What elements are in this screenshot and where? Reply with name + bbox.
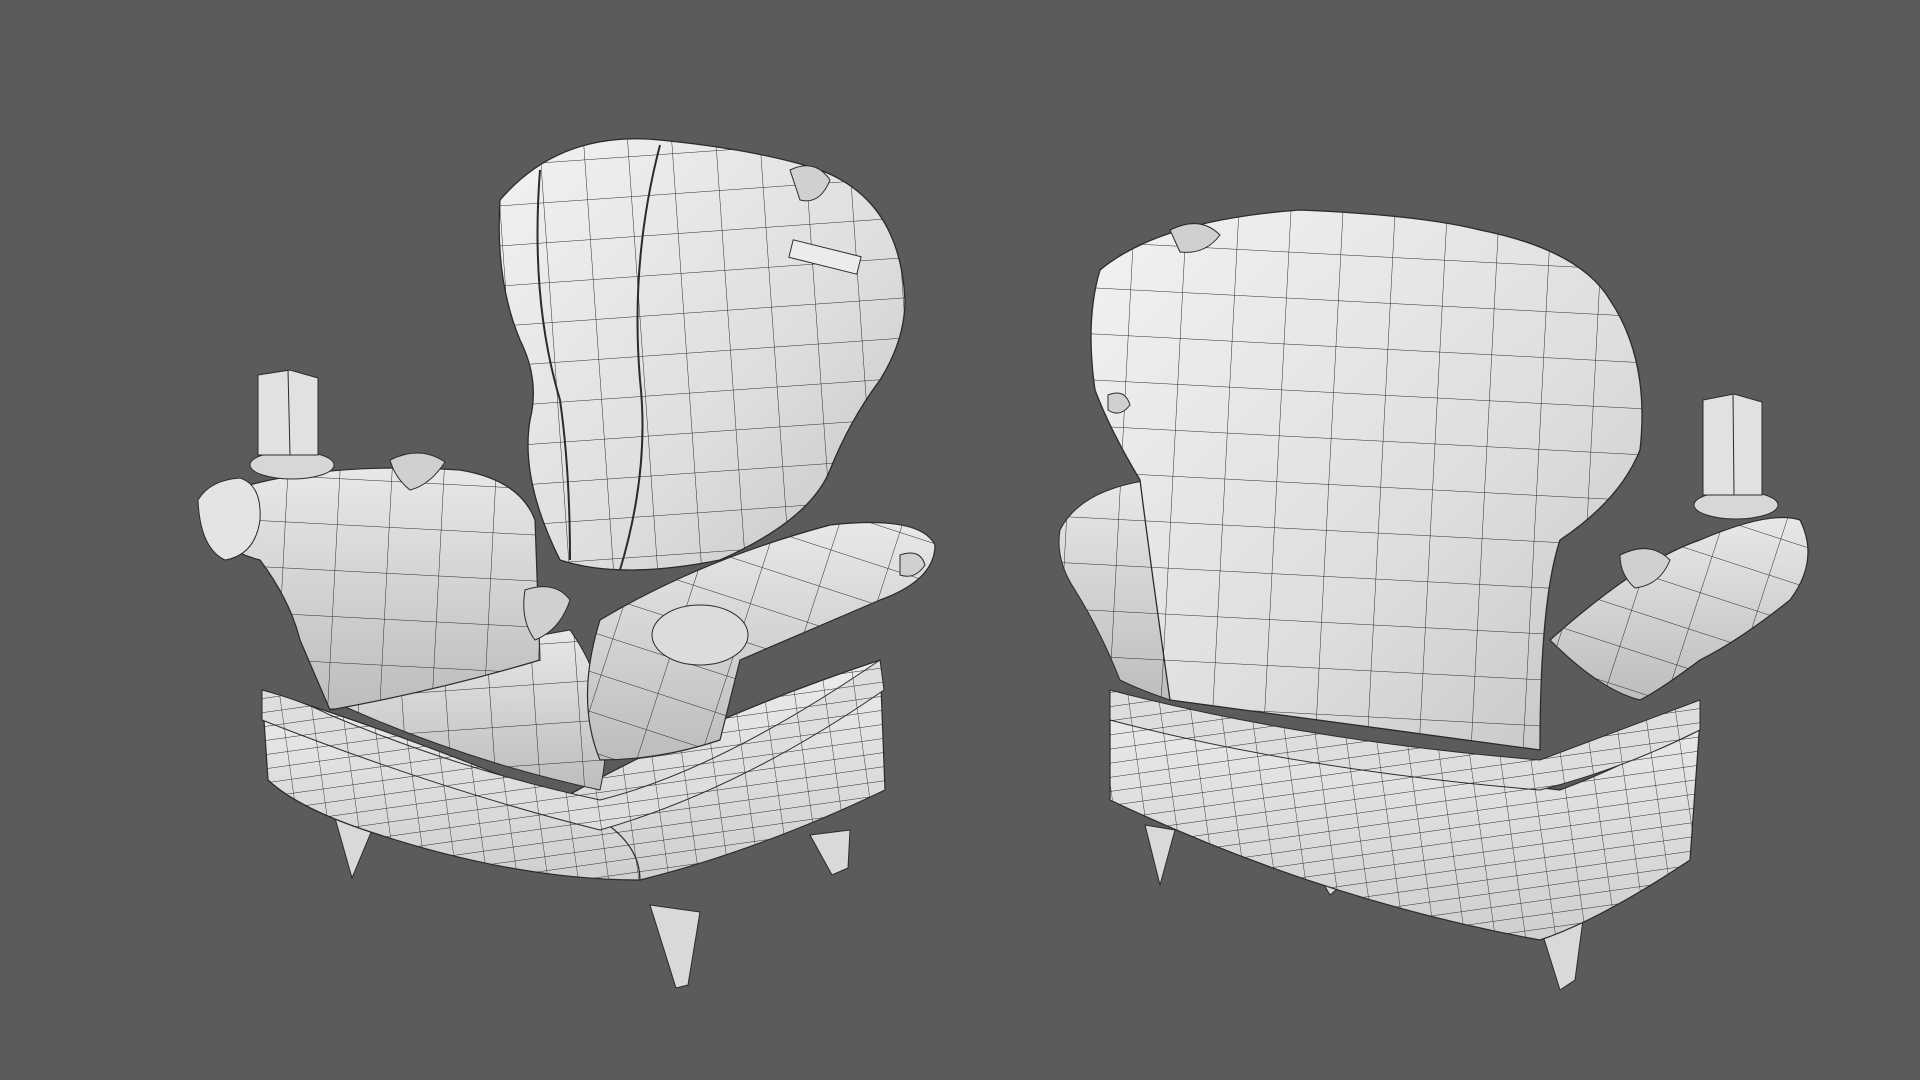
backrest-back (1090, 209, 1643, 751)
wireframe-render (197, 138, 1809, 991)
candle-left-chair (249, 369, 335, 480)
candle-right-chair (1693, 393, 1779, 520)
render-viewport (0, 0, 1920, 1080)
backrest (498, 138, 906, 571)
near-armrest (1549, 516, 1809, 701)
armchair-front-view (197, 138, 936, 989)
left-armrest (197, 467, 541, 711)
armchair-back-view (1058, 209, 1809, 991)
